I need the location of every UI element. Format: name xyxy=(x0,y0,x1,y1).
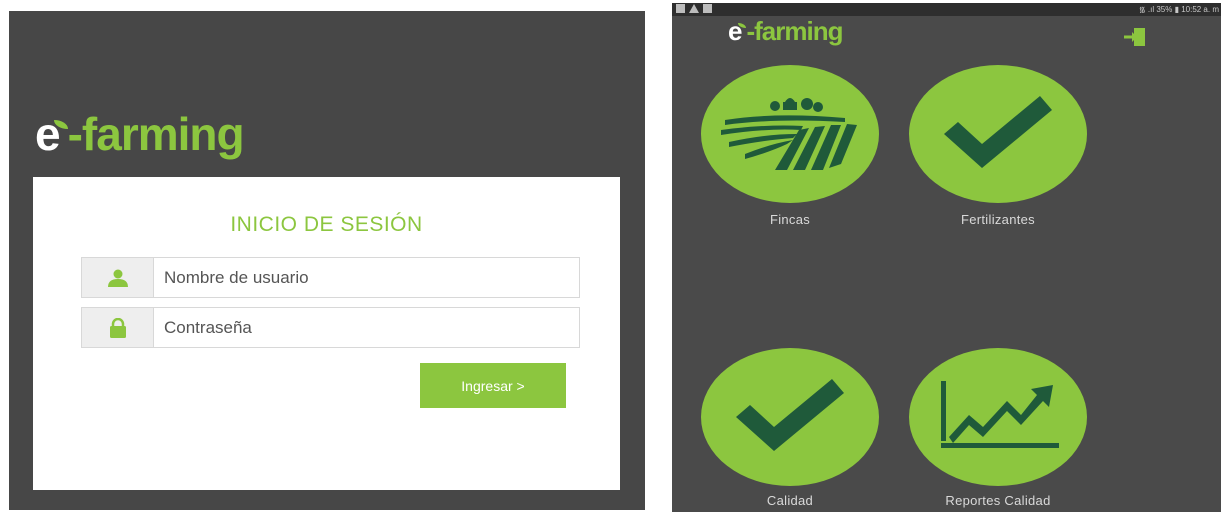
logo-e: e xyxy=(728,16,743,46)
tile-label-calidad: Calidad xyxy=(766,493,814,508)
logo-e: e xyxy=(35,108,61,160)
logo-text: -farming xyxy=(746,16,843,46)
farm-field-icon xyxy=(715,92,865,177)
e-farming-logo-small: e -farming xyxy=(728,16,843,47)
login-title: INICIO DE SESIÓN xyxy=(230,213,423,236)
logout-icon[interactable] xyxy=(1124,27,1146,52)
tile-label-fincas: Fincas xyxy=(769,212,811,227)
password-field-group xyxy=(81,307,580,348)
tile-fincas[interactable] xyxy=(701,65,879,203)
lock-icon xyxy=(82,308,154,347)
tile-fertilizantes[interactable] xyxy=(909,65,1087,203)
username-input[interactable] xyxy=(164,258,564,297)
tile-calidad[interactable] xyxy=(701,348,879,486)
trend-chart-icon xyxy=(933,375,1063,460)
notification-icons xyxy=(676,4,712,13)
login-card: INICIO DE SESIÓN Ingresar > xyxy=(33,177,620,490)
tile-label-fertilizantes: Fertilizantes xyxy=(961,212,1035,227)
password-input[interactable] xyxy=(164,308,564,347)
checkmark-icon xyxy=(730,375,850,460)
logo-text: -farming xyxy=(67,108,245,160)
login-button[interactable]: Ingresar > xyxy=(420,363,566,408)
home-screen: ᯾ .ıl 35% ▮ 10:52 a. m e -farming Fincas… xyxy=(672,3,1221,512)
image-notification-icon xyxy=(676,4,685,13)
checkmark-icon xyxy=(938,92,1058,177)
e-farming-logo: e -farming xyxy=(35,107,245,161)
login-screen: e-farming INICIO DE SESIÓN Ingresar > xyxy=(9,11,645,510)
username-field-group xyxy=(81,257,580,298)
screenshot-notification-icon xyxy=(703,4,712,13)
tile-label-reportes-calidad: Reportes Calidad xyxy=(945,493,1051,508)
warning-notification-icon xyxy=(689,4,699,13)
status-bar: ᯾ .ıl 35% ▮ 10:52 a. m xyxy=(672,3,1221,16)
user-icon xyxy=(82,258,154,297)
tile-reportes-calidad[interactable] xyxy=(909,348,1087,486)
status-bar-info: ᯾ .ıl 35% ▮ 10:52 a. m xyxy=(1138,5,1219,14)
